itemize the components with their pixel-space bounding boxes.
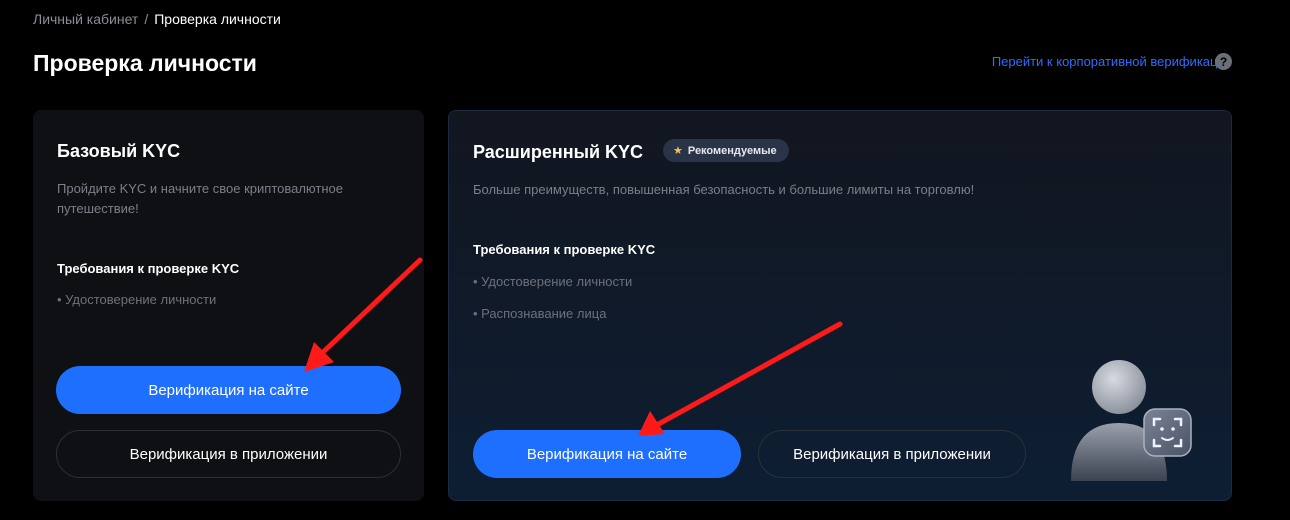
basic-kyc-card: Базовый KYC Пройдите KYC и начните свое … [33,110,424,501]
corporate-verification-label: Перейти к корпоративной верификации [991,54,1232,69]
advanced-app-verification-button[interactable]: Верификация в приложении [758,430,1026,478]
basic-kyc-title: Базовый KYC [57,141,181,161]
basic-app-verification-button[interactable]: Верификация в приложении [56,430,401,478]
advanced-requirements-title: Требования к проверке KYC [473,242,656,257]
breadcrumb-separator: / [144,11,149,27]
advanced-kyc-description: Больше преимуществ, повышенная безопасно… [473,182,975,197]
advanced-requirement-item: • Распознавание лица [473,306,607,321]
advanced-requirement-item: • Удостоверение личности [473,274,633,289]
advanced-kyc-card: Расширенный KYC ★ Рекомендуемые Больше п… [448,110,1232,501]
basic-requirement-item: • Удостоверение личности [57,292,217,307]
star-icon: ★ [673,145,683,157]
basic-kyc-description: Пройдите KYC и начните свое криптовалютн… [57,181,343,216]
advanced-kyc-title: Расширенный KYC [473,142,644,162]
corporate-verification-link[interactable]: Перейти к корпоративной верификации [992,54,1232,69]
breadcrumb-parent[interactable]: Личный кабинет [33,11,138,27]
face-recognition-illustration-icon [1071,360,1192,481]
recommended-badge-label: Рекомендуемые [687,144,777,157]
basic-web-verification-button[interactable]: Верификация на сайте [56,366,401,414]
breadcrumb-current: Проверка личности [154,11,281,27]
recommended-badge: ★ Рекомендуемые [663,139,789,162]
page-title: Проверка личности [33,50,257,76]
basic-requirements-title: Требования к проверке KYC [57,261,240,276]
advanced-web-verification-button[interactable]: Верификация на сайте [473,430,741,478]
help-icon[interactable]: ? [1215,53,1232,70]
breadcrumb: Личный кабинет / Проверка личности [33,11,281,27]
